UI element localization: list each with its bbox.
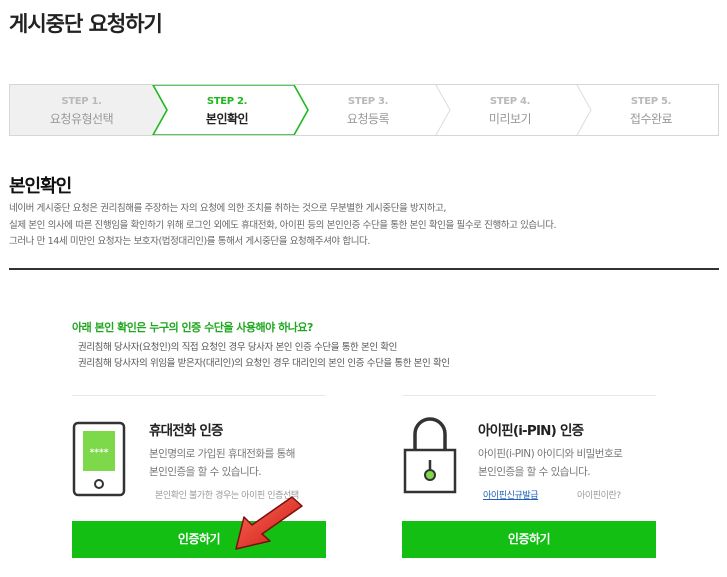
- notice-item: 권리침해 당사자(요청인)의 직접 요청인 경우 당사자 본인 인증 수단을 통…: [78, 342, 397, 353]
- lock-icon: [403, 417, 457, 494]
- step-5-number: STEP 5.: [630, 96, 672, 107]
- pointer-arrow-icon: [235, 496, 303, 550]
- step-4-number: STEP 4.: [489, 96, 531, 107]
- step-4-label: 미리보기: [488, 112, 532, 126]
- step-4: STEP 4. 미리보기: [446, 85, 574, 135]
- ipin-desc-line: 본인인증을 할 수 있습니다.: [478, 466, 591, 478]
- ipin-verify-button[interactable]: 인증하기: [402, 521, 656, 558]
- step-2: STEP 2. 본인확인: [163, 85, 291, 135]
- step-3-label: 요청등록: [346, 112, 390, 126]
- phone-method-title: 휴대전화 인증: [149, 423, 223, 439]
- ipin-signup-link[interactable]: 아이핀신규발급: [483, 488, 539, 501]
- phone-desc-line: 본인명의로 가입된 휴대전화를 통해: [149, 448, 295, 460]
- phone-method-desc: 본인명의로 가입된 휴대전화를 통해 본인인증을 할 수 있습니다.: [149, 445, 295, 481]
- step-3: STEP 3. 요청등록: [304, 85, 432, 135]
- step-1-label: 요청유형선택: [49, 112, 114, 126]
- divider: [72, 395, 326, 396]
- notice-question: 아래 본인 확인은 누구의 인증 수단을 사용해야 하나요?: [72, 321, 313, 334]
- phone-desc-line: 본인인증을 할 수 있습니다.: [149, 466, 262, 478]
- step-5-label: 접수완료: [629, 112, 673, 126]
- ipin-info-link[interactable]: 아이핀이란?: [577, 488, 621, 501]
- step-1: STEP 1. 요청유형선택: [10, 85, 153, 135]
- ipin-desc-line: 아이핀(i-PIN) 아이디와 비밀번호로: [478, 448, 623, 460]
- step-2-number: STEP 2.: [206, 96, 248, 107]
- step-5: STEP 5. 접수완료: [587, 85, 715, 135]
- step-3-number: STEP 3.: [347, 96, 389, 107]
- notice-list: 권리침해 당사자(요청인)의 직접 요청인 경우 당사자 본인 인증 수단을 통…: [78, 340, 450, 372]
- intro-text: 네이버 게시중단 요청은 권리침해를 주장하는 자의 요청에 의한 조치를 취하…: [9, 201, 709, 251]
- step-2-label: 본인확인: [205, 112, 249, 126]
- phone-icon: ****: [72, 421, 126, 497]
- ipin-method-desc: 아이핀(i-PIN) 아이디와 비밀번호로 본인인증을 할 수 있습니다.: [478, 445, 623, 481]
- page-title: 게시중단 요청하기: [9, 12, 163, 36]
- notice-item: 권리침해 당사자의 위임을 받은자(대리인)의 요청인 경우 대리인의 본인 인…: [78, 358, 450, 369]
- section-title: 본인확인: [9, 176, 72, 197]
- step-progress: STEP 1. 요청유형선택 STEP 2. 본인확인 STEP 3. 요청등록…: [9, 84, 719, 136]
- step-1-number: STEP 1.: [61, 96, 102, 107]
- intro-line: 네이버 게시중단 요청은 권리침해를 주장하는 자의 요청에 의한 조치를 취하…: [9, 203, 446, 214]
- ipin-method-title: 아이핀(i-PIN) 인증: [478, 423, 584, 439]
- phone-screen-text: ****: [90, 448, 109, 458]
- section-divider: [9, 268, 719, 270]
- intro-line: 그러나 만 14세 미만인 요청자는 보호자(법정대리인)를 통해서 게시중단을…: [9, 236, 371, 247]
- intro-line: 실제 본인 의사에 따른 진행임을 확인하기 위해 로그인 외에도 휴대전화, …: [9, 219, 557, 231]
- divider: [402, 395, 656, 396]
